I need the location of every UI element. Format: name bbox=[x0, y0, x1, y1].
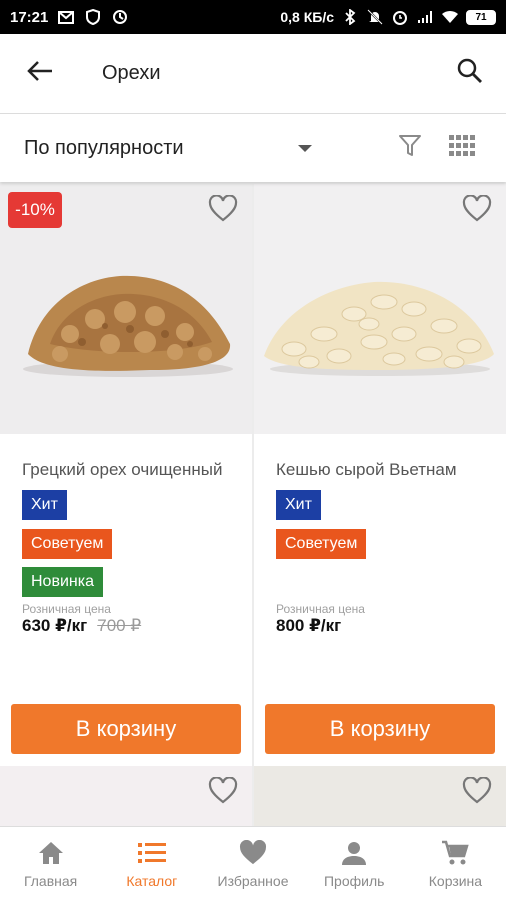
add-to-cart-button[interactable]: В корзину bbox=[11, 704, 241, 754]
bottom-navigation: Главная Каталог Избранное Профиль Корзин… bbox=[0, 826, 506, 900]
app-bar: Орехи bbox=[0, 34, 506, 114]
nav-label: Профиль bbox=[323, 872, 385, 889]
catalog-list-icon bbox=[137, 839, 166, 867]
add-to-cart-button[interactable]: В корзину bbox=[265, 704, 495, 754]
network-speed: 0,8 КБ/с bbox=[280, 9, 334, 25]
product-card[interactable] bbox=[254, 766, 506, 826]
signal-icon bbox=[416, 8, 434, 26]
nav-label: Корзина bbox=[428, 872, 483, 889]
nav-label: Каталог bbox=[126, 872, 178, 889]
tag-hit: Хит bbox=[22, 490, 67, 520]
product-name[interactable]: Грецкий орех очищенный bbox=[22, 460, 248, 480]
discount-badge: -10% bbox=[8, 192, 62, 228]
search-button[interactable] bbox=[434, 34, 506, 114]
product-card[interactable] bbox=[0, 766, 252, 826]
heart-outline-icon bbox=[462, 194, 492, 227]
status-bar: 17:21 0,8 КБ/с 71 bbox=[0, 0, 506, 34]
nav-item-favorites[interactable]: Избранное bbox=[202, 827, 303, 900]
bluetooth-icon bbox=[341, 8, 359, 26]
heart-outline-icon bbox=[462, 776, 492, 809]
sort-selected-label: По популярности bbox=[24, 136, 184, 159]
filter-icon bbox=[399, 134, 421, 163]
nav-label: Избранное bbox=[217, 872, 289, 889]
tag-recommended: Советуем bbox=[276, 529, 367, 559]
nav-item-home[interactable]: Главная bbox=[0, 827, 101, 900]
sort-dropdown[interactable]: По популярности bbox=[0, 114, 320, 182]
battery-icon: 71 bbox=[466, 9, 496, 25]
back-button[interactable] bbox=[0, 34, 80, 114]
current-price: 800 ₽/кг bbox=[276, 616, 342, 635]
cart-icon bbox=[441, 839, 470, 867]
home-icon bbox=[37, 839, 65, 867]
favorite-button[interactable] bbox=[206, 194, 240, 227]
alarm-icon bbox=[391, 8, 409, 26]
gmail-icon bbox=[57, 8, 75, 26]
tag-hit: Хит bbox=[276, 490, 321, 520]
old-price: 700 ₽ bbox=[97, 616, 142, 635]
tag-recommended: Советуем bbox=[22, 529, 113, 559]
price-row: 800 ₽/кг bbox=[276, 616, 341, 636]
sort-bar: По популярности bbox=[0, 114, 506, 182]
grid-view-icon bbox=[449, 134, 475, 162]
page-title: Орехи bbox=[102, 62, 161, 84]
price-caption: Розничная цена bbox=[22, 602, 111, 616]
screen: 17:21 0,8 КБ/с 71 Орехи По популярности … bbox=[0, 0, 506, 900]
dropdown-arrow-icon bbox=[298, 144, 312, 152]
product-card[interactable]: -10% Грецкий орех очищенный Хит Советуем… bbox=[0, 184, 252, 766]
favorite-button[interactable] bbox=[460, 194, 494, 227]
filter-button[interactable] bbox=[390, 128, 430, 168]
arrow-back-icon bbox=[27, 60, 53, 87]
shield-icon bbox=[84, 8, 102, 26]
nav-label: Главная bbox=[23, 872, 78, 889]
favorite-button[interactable] bbox=[206, 776, 240, 809]
heart-icon bbox=[239, 839, 267, 867]
heart-outline-icon bbox=[208, 194, 238, 227]
current-price: 630 ₽/кг bbox=[22, 616, 88, 635]
product-card[interactable]: Кешью сырой Вьетнам Хит Советуем Розничн… bbox=[254, 184, 506, 766]
view-toggle-button[interactable] bbox=[442, 128, 482, 168]
tag-new: Новинка bbox=[22, 567, 103, 597]
nav-item-profile[interactable]: Профиль bbox=[304, 827, 405, 900]
nav-item-catalog[interactable]: Каталог bbox=[101, 827, 202, 900]
heart-outline-icon bbox=[208, 776, 238, 809]
person-icon bbox=[340, 839, 368, 867]
status-time: 17:21 bbox=[10, 8, 49, 26]
wifi-icon bbox=[441, 8, 459, 26]
app-status-icon bbox=[111, 8, 129, 26]
nav-item-cart[interactable]: Корзина bbox=[405, 827, 506, 900]
price-row: 630 ₽/кг 700 ₽ bbox=[22, 616, 141, 636]
product-name[interactable]: Кешью сырой Вьетнам bbox=[276, 460, 502, 480]
mute-icon bbox=[366, 8, 384, 26]
favorite-button[interactable] bbox=[460, 776, 494, 809]
search-icon bbox=[457, 58, 483, 89]
price-caption: Розничная цена bbox=[276, 602, 365, 616]
